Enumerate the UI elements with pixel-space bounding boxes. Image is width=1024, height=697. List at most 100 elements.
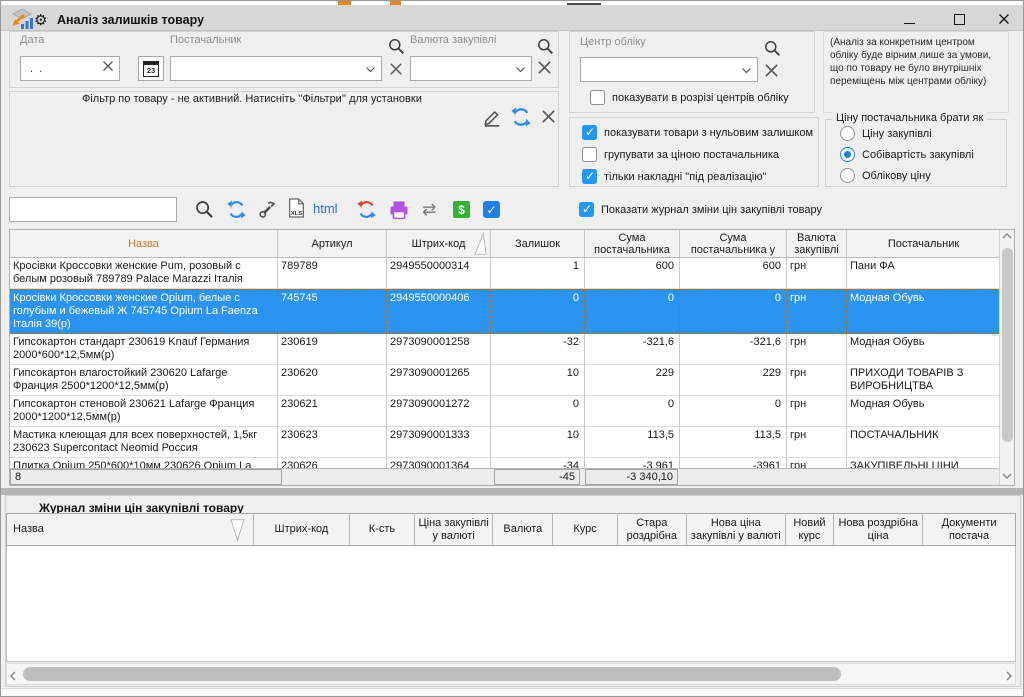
cell-remainder[interactable]: 1	[491, 258, 585, 289]
cell-name[interactable]: Гипсокартон стандарт 230619 Knauf Герман…	[10, 334, 278, 365]
cell-supplier-sum[interactable]: 0	[585, 289, 680, 334]
price-mode-purchase-row[interactable]: Ціну закупівлі	[840, 126, 932, 141]
supplier-combobox[interactable]	[170, 56, 382, 81]
table-row[interactable]: Гипсокартон влагостойкий 230620 Lafarge …	[10, 365, 1014, 396]
minimize-button[interactable]	[894, 9, 924, 29]
gear-icon[interactable]: ⚙	[34, 11, 47, 29]
group-by-price-checkbox[interactable]	[582, 147, 597, 162]
column-header-remainder[interactable]: Залишок	[491, 230, 585, 257]
table-row[interactable]: Кросівки Кроссовки женские Opium, белые …	[10, 289, 1014, 334]
column-header-supplier-sum[interactable]: Сума постачальника	[585, 230, 680, 257]
cell-sku[interactable]: 789789	[278, 258, 387, 289]
cell-barcode[interactable]: 2973090001364	[387, 458, 491, 468]
table-row[interactable]: Мастика клеющая для всех поверхностей, 1…	[10, 427, 1014, 458]
price-mode-accounting-row[interactable]: Облікову ціну	[840, 168, 931, 183]
horizontal-scrollbar[interactable]	[6, 663, 1016, 685]
cell-name[interactable]: Плитка Opium 250*600*10мм 230626 Opium L…	[10, 458, 278, 468]
cell-remainder[interactable]: 0	[491, 289, 585, 334]
cell-barcode[interactable]: 2949550000406	[387, 289, 491, 334]
cell-currency[interactable]: грн	[787, 334, 847, 365]
cell-remainder[interactable]: -32	[491, 334, 585, 365]
cell-remainder[interactable]: -34	[491, 458, 585, 468]
cell-supplier-sum-cur[interactable]: -3961	[680, 458, 787, 468]
cell-supplier-sum[interactable]: 0	[585, 396, 680, 427]
column-header-currency[interactable]: Валюта закупівлі	[787, 230, 847, 257]
cell-name[interactable]: Гипсокартон стеновой 230621 Lafarge Фран…	[10, 396, 278, 427]
cell-name[interactable]: Кросівки Кроссовки женские Pum, розовый …	[10, 258, 278, 289]
splitter-bar[interactable]	[1, 488, 1024, 495]
cell-supplier-sum[interactable]: 113,5	[585, 427, 680, 458]
maximize-button[interactable]	[944, 9, 974, 29]
search-icon[interactable]	[195, 200, 214, 219]
export-html-icon[interactable]: html	[313, 201, 338, 216]
journal-column-old-retail[interactable]: Стара роздрібна	[618, 514, 687, 545]
cell-supplier[interactable]: ЗАКУПІВЕЛЬНІ ЦІНИ	[847, 458, 1000, 468]
price-mode-cost-row[interactable]: Собівартість закупівлі	[840, 147, 974, 162]
close-button[interactable]	[989, 9, 1019, 29]
calendar-button[interactable]: 23	[138, 56, 164, 81]
search-input[interactable]	[9, 197, 177, 222]
cell-supplier-sum[interactable]: -3 961	[585, 458, 680, 468]
select-check-icon[interactable]: ✓	[483, 201, 500, 218]
table-row[interactable]: Гипсокартон стандарт 230619 Knauf Герман…	[10, 334, 1014, 365]
price-mode-accounting-radio[interactable]	[840, 168, 855, 183]
per-center-checkbox[interactable]	[590, 90, 605, 105]
scroll-left-icon[interactable]	[10, 671, 16, 681]
reload-data-icon[interactable]	[357, 200, 376, 219]
cell-currency[interactable]: грн	[787, 289, 847, 334]
cell-barcode[interactable]: 2973090001265	[387, 365, 491, 396]
cell-supplier-sum[interactable]: 600	[585, 258, 680, 289]
journal-column-supplier-docs[interactable]: Документи постача	[923, 514, 1015, 545]
edit-filter-icon[interactable]	[482, 107, 502, 127]
cell-sku[interactable]: 230623	[278, 427, 387, 458]
cell-sku[interactable]: 230620	[278, 365, 387, 396]
currency-clear-icon[interactable]	[537, 60, 552, 75]
cell-name[interactable]: Мастика клеющая для всех поверхностей, 1…	[10, 427, 278, 458]
column-header-supplier-sum-cur[interactable]: Сума постачальника у	[680, 230, 787, 257]
cell-barcode[interactable]: 2973090001333	[387, 427, 491, 458]
journal-table-body[interactable]	[6, 546, 1016, 662]
cell-supplier-sum-cur[interactable]: 229	[680, 365, 787, 396]
accounting-center-search-icon[interactable]	[764, 40, 781, 57]
cell-supplier[interactable]: Пани ФА	[847, 258, 1000, 289]
cell-barcode[interactable]: 2973090001272	[387, 396, 491, 427]
column-header-sku[interactable]: Артикул	[278, 230, 387, 257]
scroll-up-icon[interactable]	[1002, 233, 1012, 239]
cell-supplier-sum[interactable]: -321,6	[585, 334, 680, 365]
cell-supplier-sum-cur[interactable]: -321,6	[680, 334, 787, 365]
scroll-down-icon[interactable]	[1002, 473, 1012, 479]
journal-column-currency[interactable]: Валюта	[493, 514, 553, 545]
cell-supplier[interactable]: Модная Обувь	[847, 334, 1000, 365]
cell-sku[interactable]: 230619	[278, 334, 387, 365]
cell-currency[interactable]: грн	[787, 427, 847, 458]
cell-remainder[interactable]: 10	[491, 365, 585, 396]
scroll-right-icon[interactable]	[1006, 671, 1012, 681]
group-by-price-checkbox-row[interactable]: групувати за ціною постачальника	[582, 147, 779, 162]
zero-remainder-checkbox[interactable]	[582, 125, 597, 140]
accounting-center-clear-icon[interactable]	[764, 63, 779, 78]
refresh-filter-icon[interactable]	[511, 107, 531, 127]
accounting-center-combobox[interactable]	[580, 57, 758, 82]
cell-supplier-sum-cur[interactable]: 0	[680, 289, 787, 334]
column-header-supplier[interactable]: Постачальник	[847, 230, 1000, 257]
per-center-checkbox-row[interactable]: показувати в розрізі центрів обліку	[590, 90, 789, 105]
cell-remainder[interactable]: 0	[491, 396, 585, 427]
currency-search-icon[interactable]	[537, 38, 554, 55]
journal-column-rate[interactable]: Курс	[553, 514, 617, 545]
show-journal-checkbox-row[interactable]: Показати журнал зміни цін закупівлі това…	[579, 202, 822, 217]
column-header-barcode[interactable]: Штрих-код	[387, 230, 491, 257]
only-consignment-checkbox[interactable]	[582, 169, 597, 184]
horizontal-scrollbar-thumb[interactable]	[23, 667, 841, 681]
cell-supplier[interactable]: Модная Обувь	[847, 289, 1000, 334]
cell-supplier-sum[interactable]: 229	[585, 365, 680, 396]
print-icon[interactable]	[389, 201, 409, 219]
journal-column-barcode[interactable]: Штрих-код	[254, 514, 350, 545]
transfer-icon[interactable]: ⇄	[422, 201, 436, 218]
cell-name[interactable]: Гипсокартон влагостойкий 230620 Lafarge …	[10, 365, 278, 396]
cell-barcode[interactable]: 2949550000314	[387, 258, 491, 289]
journal-column-new-retail[interactable]: Нова роздрібна ціна	[834, 514, 923, 545]
cell-sku[interactable]: 745745	[278, 289, 387, 334]
tools-icon[interactable]	[258, 200, 277, 219]
cell-sku[interactable]: 230626	[278, 458, 387, 468]
journal-column-new-purchase-price[interactable]: Нова ціна закупівлі у валюті	[687, 514, 786, 545]
